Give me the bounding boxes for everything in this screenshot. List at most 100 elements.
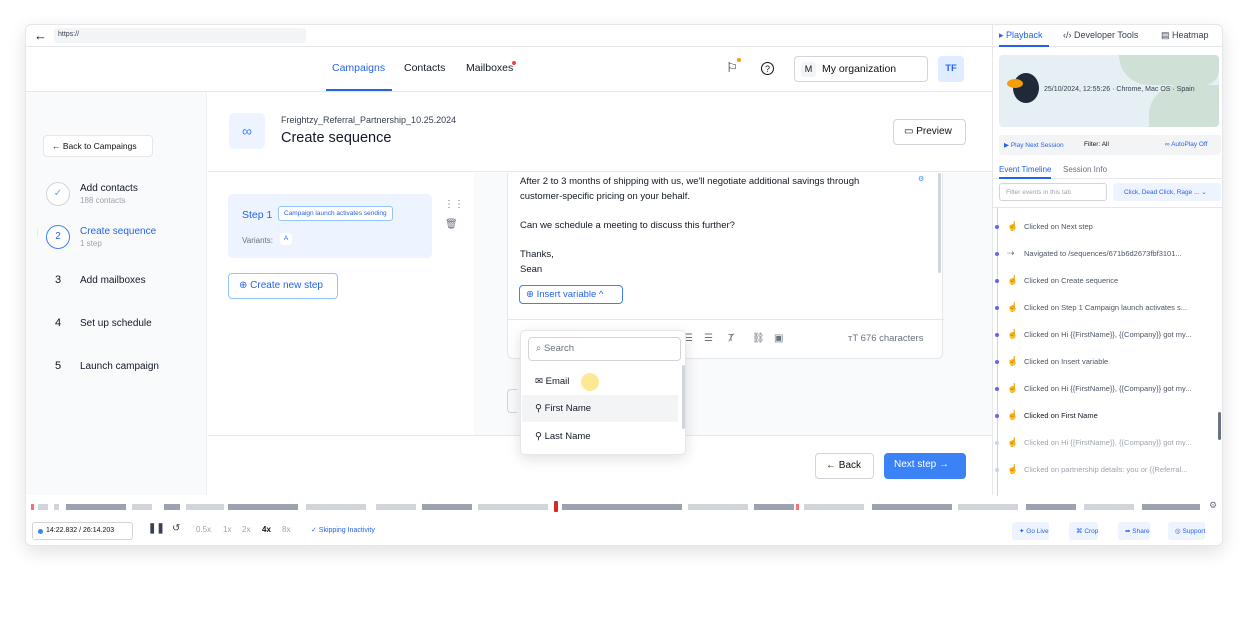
event-filter-input[interactable]: Filter events in this tab: [999, 183, 1107, 201]
map-icon[interactable]: ⚐: [724, 60, 740, 76]
settings-dot-icon[interactable]: ⚙: [918, 175, 924, 183]
url-field[interactable]: https://: [54, 28, 306, 43]
character-count-text: 676 characters: [860, 333, 924, 344]
event-text: Clicked on First Name: [1024, 411, 1098, 420]
step-title: Add mailboxes: [80, 275, 146, 286]
heatmap-icon: ▤: [1161, 30, 1173, 40]
link-icon[interactable]: ⛓: [752, 333, 765, 344]
map-alert-dot: [737, 58, 741, 62]
nav-campaigns[interactable]: Campaigns: [332, 62, 385, 74]
user-avatar[interactable]: TF: [938, 56, 964, 82]
check-icon: ✓: [46, 182, 70, 206]
event-item[interactable]: ☝ Clicked on Hi {{FirstName}}, {{Company}…: [993, 429, 1222, 456]
org-selector[interactable]: M My organization: [794, 56, 928, 82]
pause-icon[interactable]: ❚❚: [148, 523, 165, 534]
event-item[interactable]: ☝ Clicked on partnership details: you or …: [993, 456, 1222, 483]
create-new-step-button[interactable]: ⊕ Create new step: [228, 273, 338, 299]
event-text: Clicked on Insert variable: [1024, 357, 1109, 366]
session-user-avatar: [1007, 73, 1039, 103]
event-type-select[interactable]: Click, Dead Click, Rage ... ⌄: [1113, 183, 1221, 201]
event-item[interactable]: ☝ Clicked on Step 1 Campaign launch activ…: [993, 294, 1222, 321]
event-dot: [995, 279, 999, 283]
nav-contacts[interactable]: Contacts: [404, 62, 445, 74]
support-button[interactable]: ◎ Support: [1168, 522, 1206, 540]
preview-button[interactable]: ▭ Preview: [893, 119, 966, 145]
character-count: тT 676 characters: [848, 333, 923, 344]
variable-option-first-name[interactable]: ⚲ First Name: [522, 395, 678, 422]
drag-handle-icon[interactable]: ⋮⋮: [444, 199, 464, 210]
step-number: 5: [54, 360, 62, 372]
next-step-button[interactable]: Next step →: [884, 453, 966, 479]
timeline-tick: [66, 504, 126, 510]
bullet-list-icon[interactable]: ☰: [704, 333, 713, 344]
plus-circle-icon: ⊕: [239, 280, 251, 291]
tab-event-timeline[interactable]: Event Timeline: [999, 165, 1051, 174]
event-item[interactable]: ☝ Clicked on Hi {{FirstName}}, {{Company}…: [993, 375, 1222, 402]
timeline-playhead[interactable]: [554, 501, 558, 512]
help-icon[interactable]: ?: [761, 62, 774, 75]
insert-variable-button[interactable]: ⊕ Insert variable ^: [519, 285, 623, 304]
dropdown-scrollbar[interactable]: [682, 365, 685, 429]
toucan-beak: [1007, 79, 1023, 88]
playback-timeline[interactable]: ⚙: [26, 500, 1222, 512]
crop-button[interactable]: ⌘ Crop: [1069, 522, 1099, 540]
tab-label: Developer Tools: [1074, 30, 1139, 40]
event-item[interactable]: ☝ Clicked on Insert variable: [993, 348, 1222, 375]
event-dot: [995, 333, 999, 337]
event-item[interactable]: ☝ Clicked on Next step: [993, 213, 1222, 240]
session-filter[interactable]: Filter: All: [1084, 141, 1109, 148]
back-button[interactable]: ← Back: [815, 453, 874, 479]
variable-search-input[interactable]: ⌕ Search: [528, 337, 681, 361]
timeline-tick: [796, 504, 799, 510]
session-replay-panel: ▸ Playback ‹/› Developer Tools ▤ Heatmap…: [992, 25, 1222, 496]
nav-mailboxes[interactable]: Mailboxes: [466, 62, 513, 74]
timeline-tick: [306, 504, 366, 510]
event-item-current[interactable]: ☝ Clicked on First Name: [993, 402, 1222, 429]
rewind-10-icon[interactable]: ↺: [172, 523, 180, 534]
speed-0-5x[interactable]: 0.5x: [196, 525, 211, 534]
variable-option-email[interactable]: ✉ Email: [522, 368, 678, 395]
variant-badge[interactable]: A: [280, 233, 292, 245]
speed-4x[interactable]: 4x: [262, 525, 271, 534]
browser-back-icon[interactable]: ←: [34, 28, 47, 43]
timeline-settings-icon[interactable]: ⚙: [1209, 500, 1217, 511]
event-text: Clicked on partnership details: you or {…: [1024, 465, 1188, 474]
speed-8x[interactable]: 8x: [282, 525, 290, 534]
event-dot: [995, 306, 999, 310]
clear-format-icon[interactable]: Ⱦ: [728, 333, 734, 344]
trash-icon[interactable]: 🗑: [445, 219, 458, 230]
timeline-tick: [31, 504, 34, 510]
editor-line: After 2 to 3 months of shipping with us,…: [520, 176, 860, 187]
skipping-inactivity-toggle[interactable]: ✓ Skipping Inactivity: [311, 526, 375, 534]
speed-1x[interactable]: 1x: [223, 525, 231, 534]
back-to-campaigns-button[interactable]: ← Back to Campaings: [43, 135, 153, 157]
play-next-session-button[interactable]: ▶ Play Next Session: [1004, 141, 1064, 149]
event-dot: [995, 360, 999, 364]
tab-playback[interactable]: ▸ Playback: [999, 30, 1043, 41]
editor-line: Sean: [520, 264, 543, 275]
event-dot: [995, 414, 999, 418]
event-item[interactable]: ☝ Clicked on Hi {{FirstName}}, {{Company}…: [993, 321, 1222, 348]
event-item[interactable]: ☝ Clicked on Create sequence: [993, 267, 1222, 294]
tab-heatmap[interactable]: ▤ Heatmap: [1161, 30, 1209, 41]
timeline-tick: [228, 504, 298, 510]
session-map[interactable]: 25/10/2024, 12:55:26 · Chrome, Mac OS · …: [999, 55, 1219, 127]
event-item[interactable]: ⇢ Navigated to /sequences/671b6d2673fbf31…: [993, 240, 1222, 267]
tab-session-info[interactable]: Session Info: [1063, 165, 1107, 174]
timeline-tick: [688, 504, 748, 510]
share-button[interactable]: ➦ Share: [1118, 522, 1150, 540]
speed-2x[interactable]: 2x: [242, 525, 250, 534]
autoplay-toggle[interactable]: ∞ AutoPlay Off: [1165, 141, 1207, 148]
sequence-step-card[interactable]: Step 1 Campaign launch activates sending…: [228, 194, 432, 258]
events-scrollbar[interactable]: [1218, 412, 1221, 440]
hidden-button-edge[interactable]: [507, 389, 517, 413]
tab-developer-tools[interactable]: ‹/› Developer Tools: [1063, 30, 1138, 40]
go-live-button[interactable]: ✦ Go Live: [1012, 522, 1049, 540]
editor-scrollbar[interactable]: [938, 173, 941, 273]
tab-label: Heatmap: [1172, 30, 1209, 40]
click-icon: ☝: [1007, 221, 1019, 231]
chevron-down-icon: ⌄: [1199, 189, 1207, 196]
cursor-highlight: [581, 373, 599, 391]
image-icon[interactable]: ▣: [774, 333, 783, 344]
variable-option-last-name[interactable]: ⚲ Last Name: [522, 423, 678, 450]
